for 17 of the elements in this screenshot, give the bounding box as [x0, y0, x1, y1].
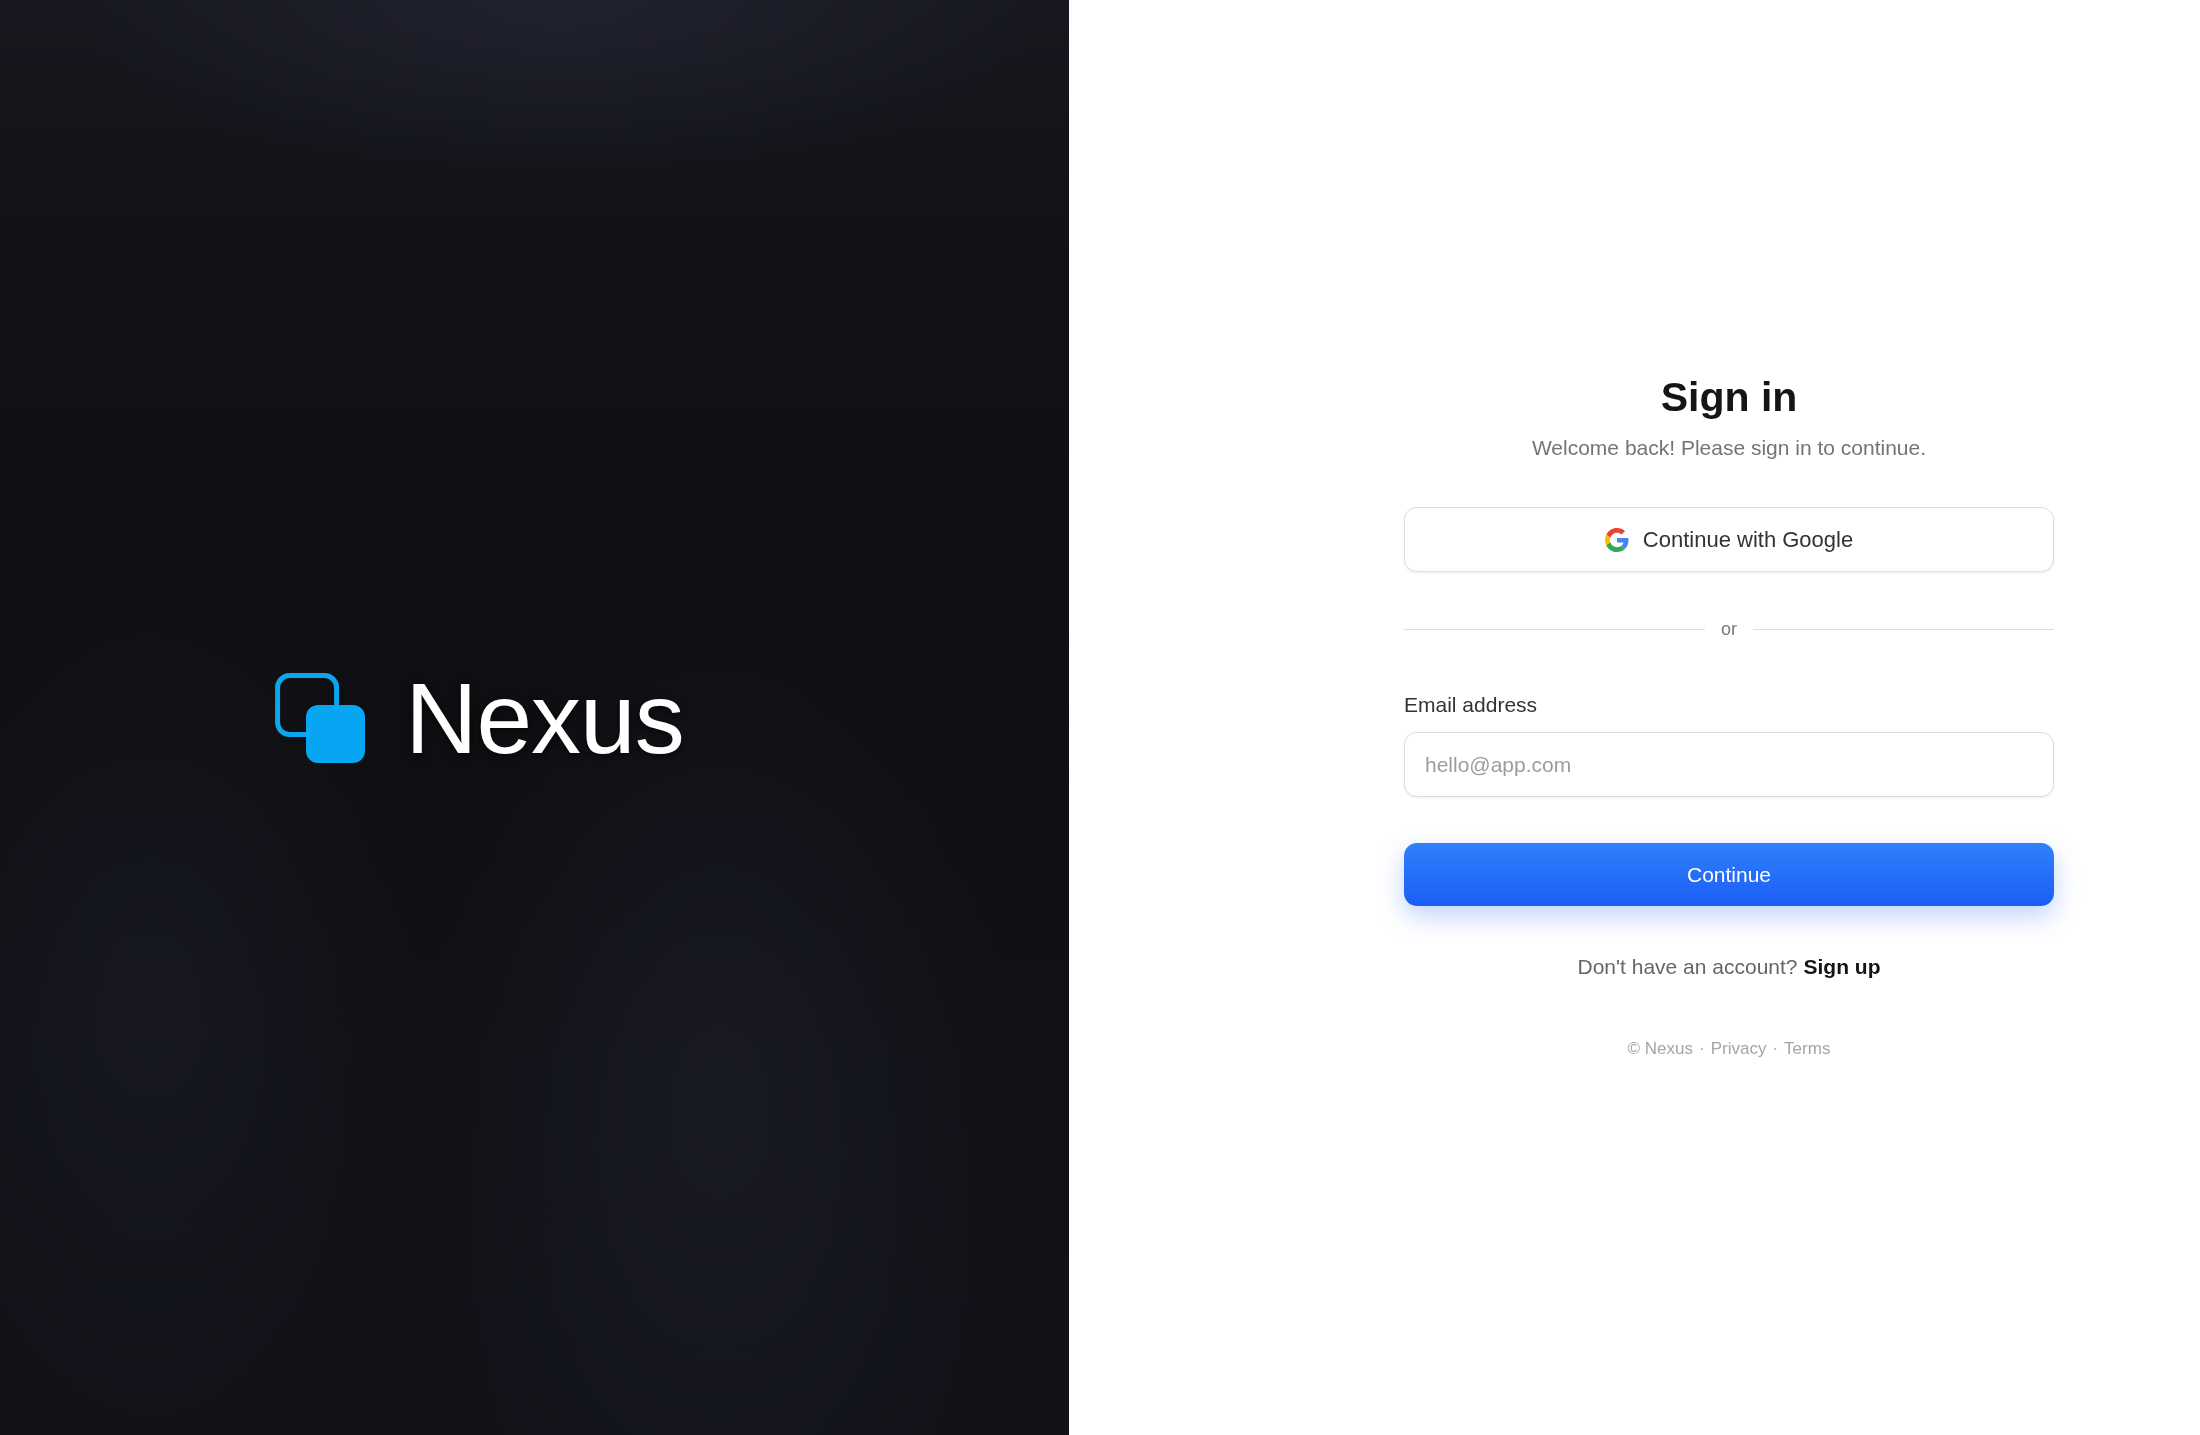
- separator-dot: ·: [1699, 1038, 1705, 1060]
- signup-link[interactable]: Sign up: [1803, 953, 1881, 981]
- footer-link[interactable]: Terms: [1784, 1037, 1831, 1061]
- page-title: Sign in: [1660, 373, 1798, 422]
- continue-button[interactable]: Continue: [1404, 843, 2054, 906]
- subtitle: Welcome back! Please sign in to continue.: [1531, 435, 1927, 461]
- google-signin-button[interactable]: Continue with Google: [1404, 507, 2054, 572]
- copyright-text: © Nexus: [1627, 1038, 1694, 1060]
- separator-dot: ·: [1772, 1038, 1779, 1060]
- email-label: Email address: [1404, 692, 1538, 718]
- g-logo-icon: [1604, 527, 1629, 552]
- signup-prompt: Don't have an account?: [1577, 954, 1798, 980]
- footer-link[interactable]: Privacy: [1710, 1037, 1767, 1061]
- email-field[interactable]: hello@app.com: [1404, 732, 2054, 797]
- overlapping-squares-logo-icon: [275, 672, 366, 763]
- divider-label: or: [1721, 618, 1737, 641]
- brand-name: Nexus: [405, 667, 684, 768]
